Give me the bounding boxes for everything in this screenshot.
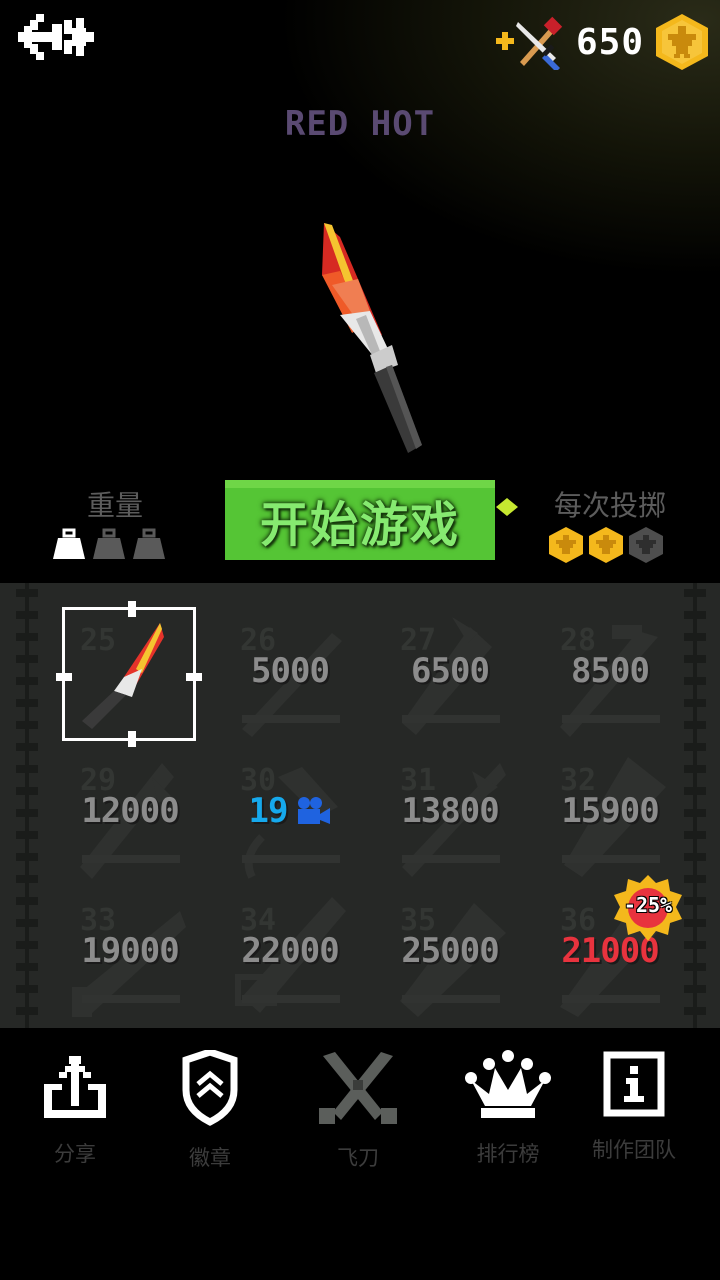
eagle-coin-icon — [589, 527, 623, 563]
knife-slot-33[interactable]: 33 19000 — [62, 887, 198, 1023]
slot-bar — [242, 855, 340, 863]
crossed-weapons-plus-icon — [495, 16, 563, 70]
bottom-navigation: 分享 徽章 飞刀 排行榜 制作团队 — [0, 1030, 720, 1280]
slot-bar — [562, 995, 660, 1003]
knife-slot-32[interactable]: 32 15900 — [542, 747, 678, 883]
slot-bar — [242, 995, 340, 1003]
nav-share-label: 分享 — [54, 1142, 96, 1166]
slot-bar — [82, 995, 180, 1003]
weight-meter — [52, 528, 182, 564]
diamond-pointer-icon — [496, 498, 518, 516]
nav-credits-label: 制作团队 — [592, 1138, 676, 1162]
badge-icon — [182, 1050, 238, 1126]
back-arrow-icon — [18, 14, 94, 60]
weight-icon — [93, 528, 125, 559]
weight-icon — [133, 528, 165, 559]
slot-bar — [402, 995, 500, 1003]
slot-bar — [402, 715, 500, 723]
selection-frame — [56, 601, 202, 747]
start-game-label: 开始游戏 — [259, 499, 460, 552]
sale-badge: -25% — [612, 873, 684, 943]
knife-slot-34[interactable]: 34 22000 — [222, 887, 358, 1023]
eagle-coin-icon — [656, 14, 708, 70]
knife-price: 8500 — [571, 651, 650, 691]
slot-bar — [562, 855, 660, 863]
knife-slot-29[interactable]: 29 12000 — [62, 747, 198, 883]
slot-bar — [562, 715, 660, 723]
coin-count: 650 — [575, 21, 644, 63]
back-button[interactable] — [14, 10, 100, 72]
knife-name: RED HOT — [284, 104, 436, 144]
start-game-button[interactable]: 开始游戏 — [225, 480, 495, 560]
left-rail — [16, 583, 38, 1028]
nav-leaderboard-label: 排行榜 — [476, 1142, 540, 1166]
knife-price: 22000 — [241, 931, 339, 971]
knife-price: 6500 — [411, 651, 490, 691]
nav-badges[interactable]: 徽章 — [140, 1050, 280, 1180]
slot-bar — [242, 715, 340, 723]
share-icon — [44, 1056, 106, 1118]
throw-cost-meter — [548, 526, 678, 564]
knife-slot-30[interactable]: 30 19 — [222, 747, 358, 883]
nav-knives-label: 飞刀 — [337, 1146, 379, 1170]
coin-balance[interactable]: 650 — [494, 10, 710, 74]
nav-share[interactable]: 分享 — [5, 1050, 145, 1180]
weight-label: 重量 — [86, 489, 143, 522]
nav-badges-label: 徽章 — [189, 1146, 231, 1170]
slot-bar — [402, 855, 500, 863]
video-unlock: 19 — [222, 791, 358, 831]
eagle-coin-icon — [629, 527, 663, 563]
slot-bar — [82, 855, 180, 863]
nav-knives[interactable]: 飞刀 — [288, 1050, 428, 1180]
knife-slot-31[interactable]: 31 13800 — [382, 747, 518, 883]
knife-slot-36[interactable]: 36 21000 -25% — [542, 875, 682, 1023]
knife-price: 15900 — [561, 791, 659, 831]
crossed-knives-icon — [319, 1052, 397, 1124]
knife-slot-27[interactable]: 27 6500 — [382, 607, 518, 743]
knife-price: 19000 — [81, 931, 179, 971]
knife-price: 12000 — [81, 791, 179, 831]
discount-label: -25% — [623, 893, 673, 917]
eagle-coin-icon — [549, 527, 583, 563]
knife-price: 25000 — [401, 931, 499, 971]
knife-grid-panel: 25 26 5000 27 6500 28 8500 29 12000 30 19 31 13800 32… — [0, 583, 720, 1028]
red-hot-knife-image — [322, 223, 422, 453]
knife-slot-28[interactable]: 28 8500 — [542, 607, 678, 743]
nav-credits[interactable]: 制作团队 — [564, 1050, 704, 1180]
video-camera-icon — [298, 797, 331, 824]
knife-slot-35[interactable]: 35 25000 — [382, 887, 518, 1023]
weight-icon — [53, 528, 85, 559]
right-rail — [684, 583, 706, 1028]
knife-price: 13800 — [401, 791, 499, 831]
info-icon — [603, 1051, 665, 1117]
nav-leaderboard[interactable]: 排行榜 — [438, 1050, 578, 1180]
throw-cost-label: 每次投掷 — [553, 489, 666, 522]
crown-icon — [465, 1050, 551, 1118]
video-count: 19 — [248, 791, 289, 831]
knife-price: 5000 — [251, 651, 330, 691]
knife-slot-26[interactable]: 26 5000 — [222, 607, 358, 743]
